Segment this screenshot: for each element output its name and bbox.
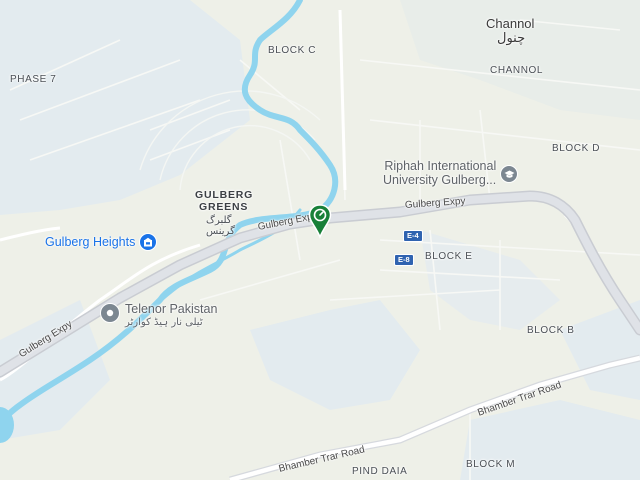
area-label-block-b: BLOCK B: [527, 325, 575, 336]
area-label-block-c: BLOCK C: [268, 45, 317, 56]
gas-station-pin-icon[interactable]: [308, 204, 332, 240]
telenor-label-urdu: ٹیلی نار ہیڈ کوارٹر: [125, 317, 203, 328]
building-icon: [139, 233, 158, 251]
riphah-line1: Riphah International: [384, 159, 497, 173]
area-label-block-d: BLOCK D: [552, 143, 601, 154]
gulberg-greens-line1: GULBERG: [195, 189, 254, 201]
place-pin-icon: [100, 303, 120, 323]
riphah-line2: University Gulberg...: [383, 173, 497, 187]
area-label-pind-daia: PIND DAIA: [352, 466, 408, 477]
highway-shield-e4: E-4: [403, 230, 423, 242]
area-label-block-e: BLOCK E: [425, 251, 473, 262]
area-label-gulberg-greens: GULBERG GREENS: [195, 189, 253, 213]
map-view[interactable]: Channol چنول CHANNOL BLOCK C PHASE 7 BLO…: [0, 0, 640, 480]
area-label-channol-urdu: چنول: [497, 31, 526, 46]
area-label-gulberg-greens-urdu: گلبرگ گرینس: [206, 215, 235, 237]
telenor-text: Telenor Pakistan ٹیلی نار ہیڈ کوارٹر: [125, 302, 217, 330]
gulberg-urdu-line2: گرینس: [206, 226, 235, 237]
area-label-phase-7: PHASE 7: [10, 74, 57, 85]
telenor-label: Telenor Pakistan: [125, 302, 218, 316]
graduation-cap-icon: [500, 165, 519, 183]
gulberg-heights-label: Gulberg Heights: [45, 235, 136, 249]
area-label-block-m: BLOCK M: [466, 459, 516, 470]
gulberg-urdu-line1: گلبرگ: [206, 215, 232, 226]
area-label-channol-caps: CHANNOL: [490, 65, 544, 76]
highway-shield-e8: E-8: [394, 254, 414, 266]
riphah-text: Riphah International University Gulberg.…: [383, 159, 496, 187]
poi-gulberg-heights[interactable]: Gulberg Heights: [45, 233, 158, 251]
poi-telenor-pakistan[interactable]: Telenor Pakistan ٹیلی نار ہیڈ کوارٹر: [100, 302, 217, 330]
gulberg-greens-line2: GREENS: [199, 201, 249, 213]
area-label-channol: Channol: [486, 16, 535, 31]
poi-riphah-university[interactable]: Riphah International University Gulberg.…: [383, 159, 519, 187]
